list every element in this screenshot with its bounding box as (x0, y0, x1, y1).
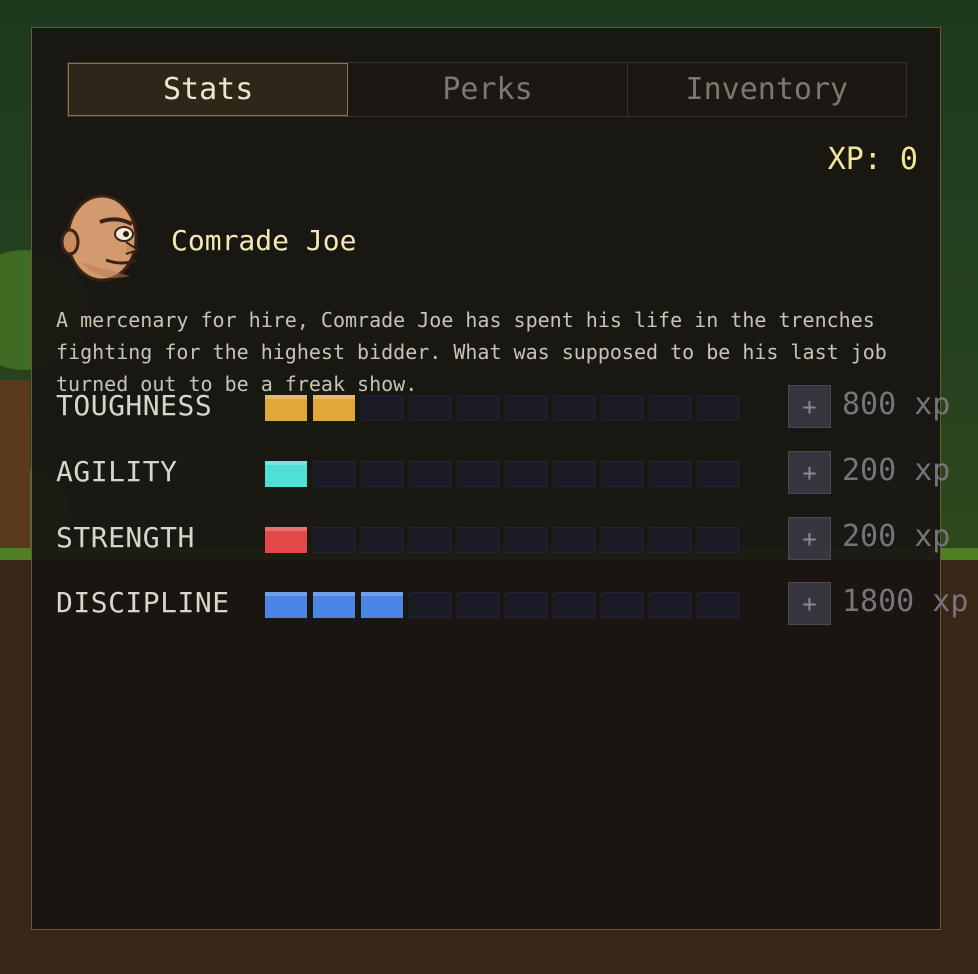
plus-icon: + (802, 458, 817, 487)
stat-segment-empty (553, 395, 595, 421)
stat-segment-empty (457, 592, 499, 618)
stat-segment-empty (313, 461, 355, 487)
stat-segment-empty (601, 527, 643, 553)
upgrade-discipline-button[interactable]: + (788, 582, 831, 625)
tab-inventory[interactable]: Inventory (627, 63, 906, 116)
stat-level-bar (265, 461, 739, 487)
stat-segment-empty (457, 527, 499, 553)
upgrade-toughness-button[interactable]: + (788, 385, 831, 428)
plus-icon: + (802, 589, 817, 618)
plus-icon: + (802, 524, 817, 553)
stat-row-discipline: DISCIPLINE +1800 xp (56, 582, 968, 626)
stat-segment-empty (649, 592, 691, 618)
stat-segment-filled (361, 592, 403, 618)
stat-segment-empty (601, 461, 643, 487)
stat-segment-empty (361, 461, 403, 487)
stat-row-agility: AGILITY +200 xp (56, 451, 950, 495)
character-panel: Stats Perks Inventory XP: 0 Comrade Joe … (31, 27, 968, 930)
stat-label: AGILITY (56, 455, 178, 488)
stat-segment-empty (649, 527, 691, 553)
stat-segment-empty (505, 592, 547, 618)
stat-segment-empty (649, 461, 691, 487)
tab-stats[interactable]: Stats (68, 63, 349, 116)
stat-segment-filled (265, 461, 307, 487)
stat-segment-empty (457, 461, 499, 487)
stat-segment-empty (409, 527, 451, 553)
upgrade-cost: 800 xp (842, 387, 951, 422)
stat-segment-empty (553, 527, 595, 553)
stat-segment-empty (505, 395, 547, 421)
stat-segment-empty (409, 461, 451, 487)
stat-level-bar (265, 395, 739, 421)
stat-segment-empty (697, 461, 739, 487)
stat-segment-empty (313, 527, 355, 553)
stat-segment-empty (697, 395, 739, 421)
stat-label: DISCIPLINE (56, 586, 230, 619)
stat-segment-empty (409, 592, 451, 618)
stat-segment-empty (553, 461, 595, 487)
stat-segment-empty (649, 395, 691, 421)
upgrade-strength-button[interactable]: + (788, 517, 831, 560)
stat-label: STRENGTH (56, 521, 195, 554)
plus-icon: + (802, 392, 817, 421)
stat-label: TOUGHNESS (56, 389, 213, 422)
upgrade-cost: 1800 xp (842, 584, 969, 619)
upgrade-agility-button[interactable]: + (788, 451, 831, 494)
stat-level-bar (265, 527, 739, 553)
stat-segment-filled (313, 395, 355, 421)
stat-segment-empty (457, 395, 499, 421)
stat-row-toughness: TOUGHNESS +800 xp (56, 385, 950, 429)
character-portrait (60, 192, 144, 288)
stat-segment-empty (409, 395, 451, 421)
stat-segment-empty (697, 592, 739, 618)
stat-segment-filled (265, 592, 307, 618)
stat-segment-empty (505, 461, 547, 487)
character-name: Comrade Joe (171, 224, 357, 257)
upgrade-cost: 200 xp (842, 453, 951, 488)
xp-counter: XP: 0 (827, 142, 918, 177)
stat-row-strength: STRENGTH +200 xp (56, 517, 950, 561)
tab-perks[interactable]: Perks (348, 63, 628, 116)
stat-segment-filled (265, 395, 307, 421)
stat-segment-empty (361, 395, 403, 421)
stat-segment-filled (265, 527, 307, 553)
stat-segment-empty (505, 527, 547, 553)
upgrade-cost: 200 xp (842, 519, 951, 554)
stat-segment-empty (553, 592, 595, 618)
stat-segment-empty (361, 527, 403, 553)
stat-segment-empty (697, 527, 739, 553)
stat-segment-filled (313, 592, 355, 618)
tab-bar: Stats Perks Inventory (67, 62, 907, 117)
stat-segment-empty (601, 395, 643, 421)
stat-segment-empty (601, 592, 643, 618)
stat-level-bar (265, 592, 739, 618)
